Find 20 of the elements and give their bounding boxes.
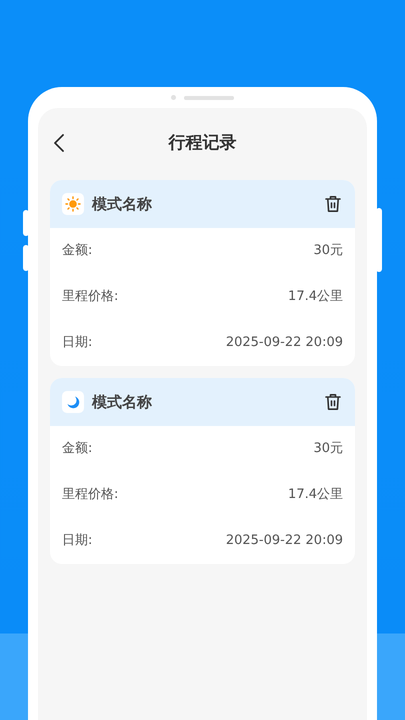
mode-name: 模式名称: [92, 194, 153, 215]
field-value: 2025-09-22 20:09: [226, 532, 343, 550]
field-label: 日期:: [62, 532, 92, 550]
page-title: 行程记录: [168, 132, 236, 156]
field-label: 日期:: [62, 334, 92, 352]
moon-icon: [62, 391, 84, 413]
camera-dot: [171, 95, 176, 100]
field-label: 金额:: [62, 242, 92, 260]
field-label: 里程价格:: [62, 288, 118, 306]
field-value: 17.4公里: [288, 486, 343, 504]
field-value: 30元: [313, 440, 343, 458]
field-value: 2025-09-22 20:09: [226, 334, 343, 352]
field-label: 金额:: [62, 440, 92, 458]
trash-icon[interactable]: [325, 393, 341, 411]
trash-icon[interactable]: [325, 195, 341, 213]
sun-icon: [62, 193, 84, 215]
field-value: 30元: [313, 242, 343, 260]
field-value: 17.4公里: [288, 288, 343, 306]
field-label: 里程价格:: [62, 486, 118, 504]
mode-name: 模式名称: [92, 392, 153, 413]
